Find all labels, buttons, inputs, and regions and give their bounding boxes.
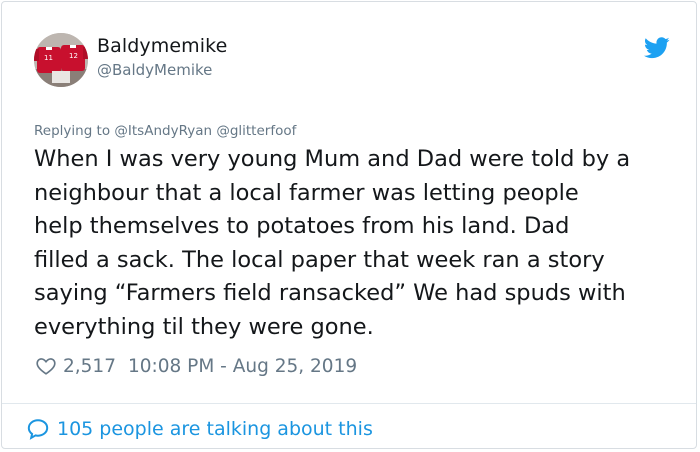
reply-mentions[interactable]: @ItsAndyRyan @glitterfoof xyxy=(114,123,296,139)
twitter-bird-icon[interactable] xyxy=(644,37,670,59)
timestamp[interactable]: 10:08 PM - Aug 25, 2019 xyxy=(128,356,357,377)
tweet-card: 11 12 Baldymemike @BaldyMemike Replying … xyxy=(1,1,697,449)
replying-to: Replying to @ItsAndyRyan @glitterfoof xyxy=(34,123,296,139)
divider xyxy=(2,403,696,404)
tweet-line: When I was very young Mum and Dad were t… xyxy=(34,146,631,172)
tweet-line: everything til they were gone. xyxy=(34,313,374,340)
heart-icon[interactable] xyxy=(35,355,57,377)
tweet-meta: 2,517 10:08 PM - Aug 25, 2019 xyxy=(35,353,357,379)
tweet-line: help themselves to potatoes from his lan… xyxy=(34,213,570,240)
display-name[interactable]: Baldymemike xyxy=(97,35,227,57)
tweet-line: saying “Farmers field ransacked” We had … xyxy=(34,280,626,307)
replying-to-label: Replying to xyxy=(34,123,111,139)
tweet-line: neighbour that a local farmer was lettin… xyxy=(34,179,579,206)
talking-about-label: 105 people are talking about this xyxy=(57,418,373,440)
svg-text:11: 11 xyxy=(44,54,53,62)
speech-bubble-icon xyxy=(27,419,49,440)
svg-text:12: 12 xyxy=(69,52,78,60)
avatar[interactable]: 11 12 xyxy=(34,33,88,87)
talking-about-link[interactable]: 105 people are talking about this xyxy=(26,416,373,442)
tweet-text: When I was very young Mum and Dad were t… xyxy=(34,143,684,345)
user-handle[interactable]: @BaldyMemike xyxy=(97,61,212,79)
like-count[interactable]: 2,517 xyxy=(63,356,116,377)
tweet-line: filled a sack. The local paper that week… xyxy=(34,246,605,273)
